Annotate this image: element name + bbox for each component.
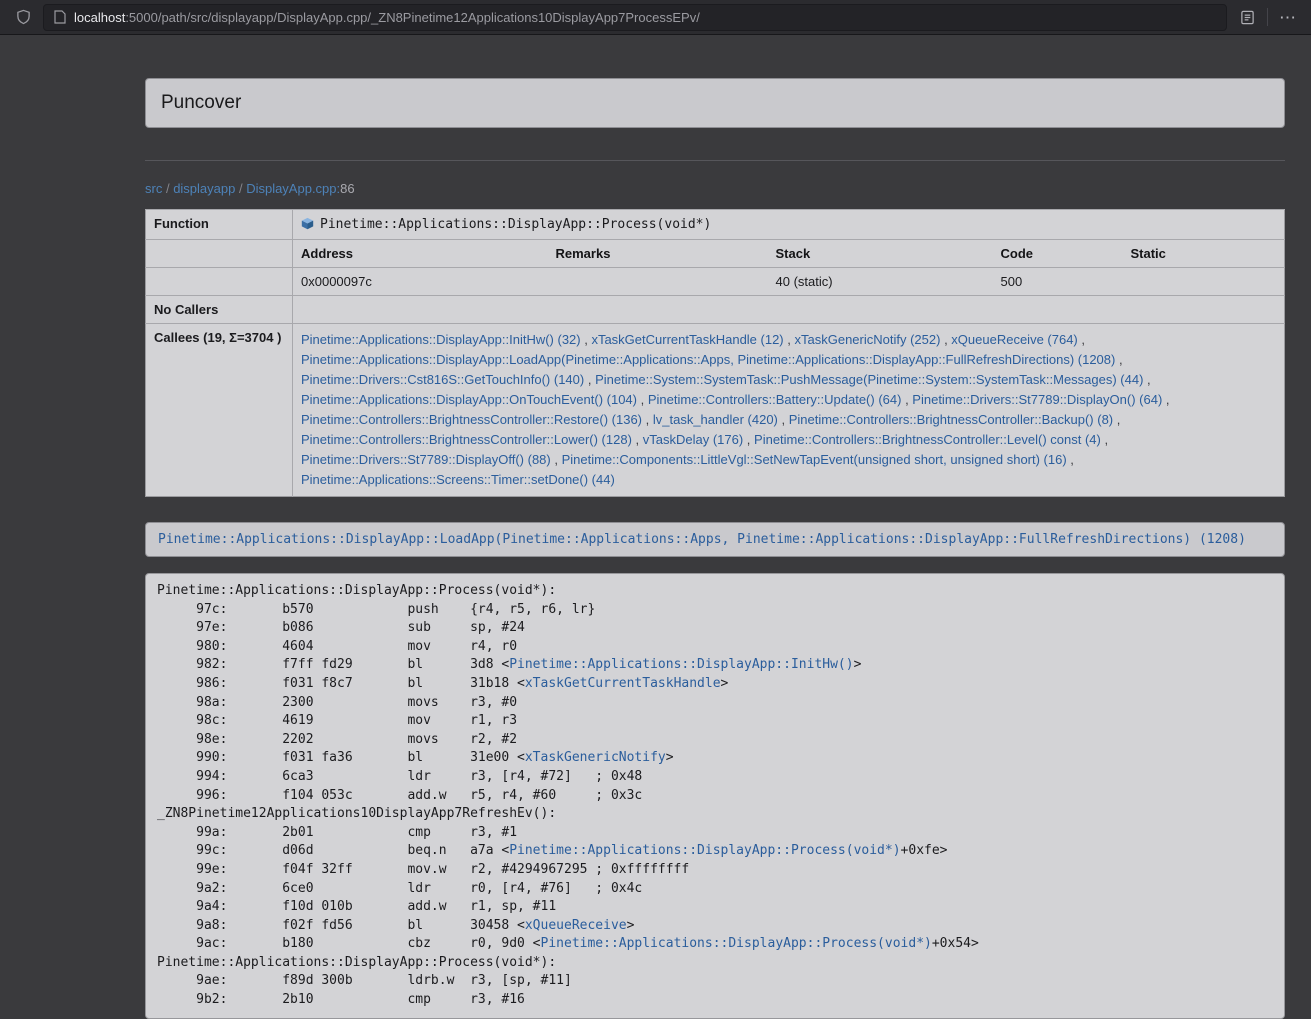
no-callers-label: No Callers [146,296,293,324]
function-table: Function Pinetime::Applications::Display… [145,209,1285,497]
code-block: Pinetime::Applications::DisplayApp::Proc… [145,573,1285,1019]
breadcrumb: src / displayapp / DisplayApp.cpp:86 [145,181,1285,196]
function-name: Pinetime::Applications::DisplayApp::Proc… [320,217,711,232]
callee-link[interactable]: Pinetime::Drivers::Cst816S::GetTouchInfo… [301,372,584,387]
metrics-header-row: Address Remarks Stack Code Static [146,240,1285,268]
value-static [1123,268,1285,296]
col-static: Static [1123,240,1285,268]
divider-rule [145,160,1285,161]
highlighted-symbol-link[interactable]: Pinetime::Applications::DisplayApp::Load… [158,532,1246,547]
code-symbol-link[interactable]: Pinetime::Applications::DisplayApp::Proc… [541,936,932,951]
code-symbol-link[interactable]: xQueueReceive [525,918,627,933]
callee-link[interactable]: Pinetime::Applications::DisplayApp::Load… [301,352,1115,367]
breadcrumb-link[interactable]: DisplayApp.cpp: [246,181,340,196]
callee-link[interactable]: Pinetime::Applications::DisplayApp::Init… [301,332,581,347]
code-symbol-link[interactable]: xTaskGenericNotify [525,750,666,765]
col-stack: Stack [768,240,993,268]
callee-link[interactable]: Pinetime::Applications::DisplayApp::OnTo… [301,392,637,407]
callee-link[interactable]: Pinetime::Controllers::Battery::Update()… [648,392,902,407]
breadcrumb-line-number: 86 [340,181,354,196]
callee-link[interactable]: Pinetime::System::SystemTask::PushMessag… [595,372,1143,387]
breadcrumb-link[interactable]: displayapp [173,181,235,196]
function-label: Function [146,210,293,240]
callees-row: Callees (19, Σ=3704 ) Pinetime::Applicat… [146,324,1285,497]
col-remarks: Remarks [548,240,768,268]
callee-link[interactable]: Pinetime::Components::LittleVgl::SetNewT… [562,452,1067,467]
callee-link[interactable]: Pinetime::Applications::Screens::Timer::… [301,472,615,487]
shield-icon[interactable] [12,6,34,28]
code-symbol-link[interactable]: Pinetime::Applications::DisplayApp::Proc… [509,843,900,858]
value-address: 0x0000097c [293,268,548,296]
reader-view-icon[interactable] [1236,6,1258,28]
callee-link[interactable]: Pinetime::Drivers::St7789::DisplayOn() (… [912,392,1162,407]
callee-link[interactable]: xTaskGenericNotify (252) [795,332,941,347]
main-content: Puncover src / displayapp / DisplayApp.c… [145,78,1285,1019]
callee-link[interactable]: vTaskDelay (176) [643,432,743,447]
callee-link[interactable]: Pinetime::Drivers::St7789::DisplayOff() … [301,452,551,467]
metrics-value-row: 0x0000097c 40 (static) 500 [146,268,1285,296]
callees-list: Pinetime::Applications::DisplayApp::Init… [293,324,1285,497]
callee-link[interactable]: Pinetime::Controllers::BrightnessControl… [301,432,632,447]
callee-link[interactable]: xTaskGetCurrentTaskHandle (12) [591,332,783,347]
value-code: 500 [993,268,1123,296]
url-text: localhost:5000/path/src/displayapp/Displ… [74,10,700,25]
col-code: Code [993,240,1123,268]
breadcrumb-separator: / [162,181,173,196]
more-menu-icon[interactable]: ⋯ [1277,6,1299,28]
callee-link[interactable]: Pinetime::Controllers::BrightnessControl… [754,432,1101,447]
highlighted-symbol-panel: Pinetime::Applications::DisplayApp::Load… [145,522,1285,557]
function-row: Function Pinetime::Applications::Display… [146,210,1285,240]
breadcrumb-separator: / [235,181,246,196]
callees-label: Callees (19, Σ=3704 ) [146,324,293,497]
toolbar-divider [1267,8,1268,26]
col-address: Address [293,240,548,268]
value-stack: 40 (static) [768,268,993,296]
browser-toolbar: localhost:5000/path/src/displayapp/Displ… [0,0,1311,35]
page-icon [54,10,66,24]
function-name-cell: Pinetime::Applications::DisplayApp::Proc… [293,210,1285,240]
url-bar[interactable]: localhost:5000/path/src/displayapp/Displ… [43,4,1227,31]
callee-link[interactable]: Pinetime::Controllers::BrightnessControl… [789,412,1113,427]
code-symbol-link[interactable]: xTaskGetCurrentTaskHandle [525,676,721,691]
page-title: Puncover [161,92,241,113]
disassembly-pre: Pinetime::Applications::DisplayApp::Proc… [157,582,1273,1010]
callee-link[interactable]: xQueueReceive (764) [951,332,1077,347]
method-icon [301,217,314,233]
callee-link[interactable]: lv_task_handler (420) [653,412,778,427]
app-title-panel: Puncover [145,78,1285,128]
callee-link[interactable]: Pinetime::Controllers::BrightnessControl… [301,412,642,427]
value-remarks [548,268,768,296]
url-host: localhost [74,10,125,25]
breadcrumb-link[interactable]: src [145,181,162,196]
code-symbol-link[interactable]: Pinetime::Applications::DisplayApp::Init… [509,657,853,672]
url-path: :5000/path/src/displayapp/DisplayApp.cpp… [125,10,700,25]
no-callers-row: No Callers [146,296,1285,324]
